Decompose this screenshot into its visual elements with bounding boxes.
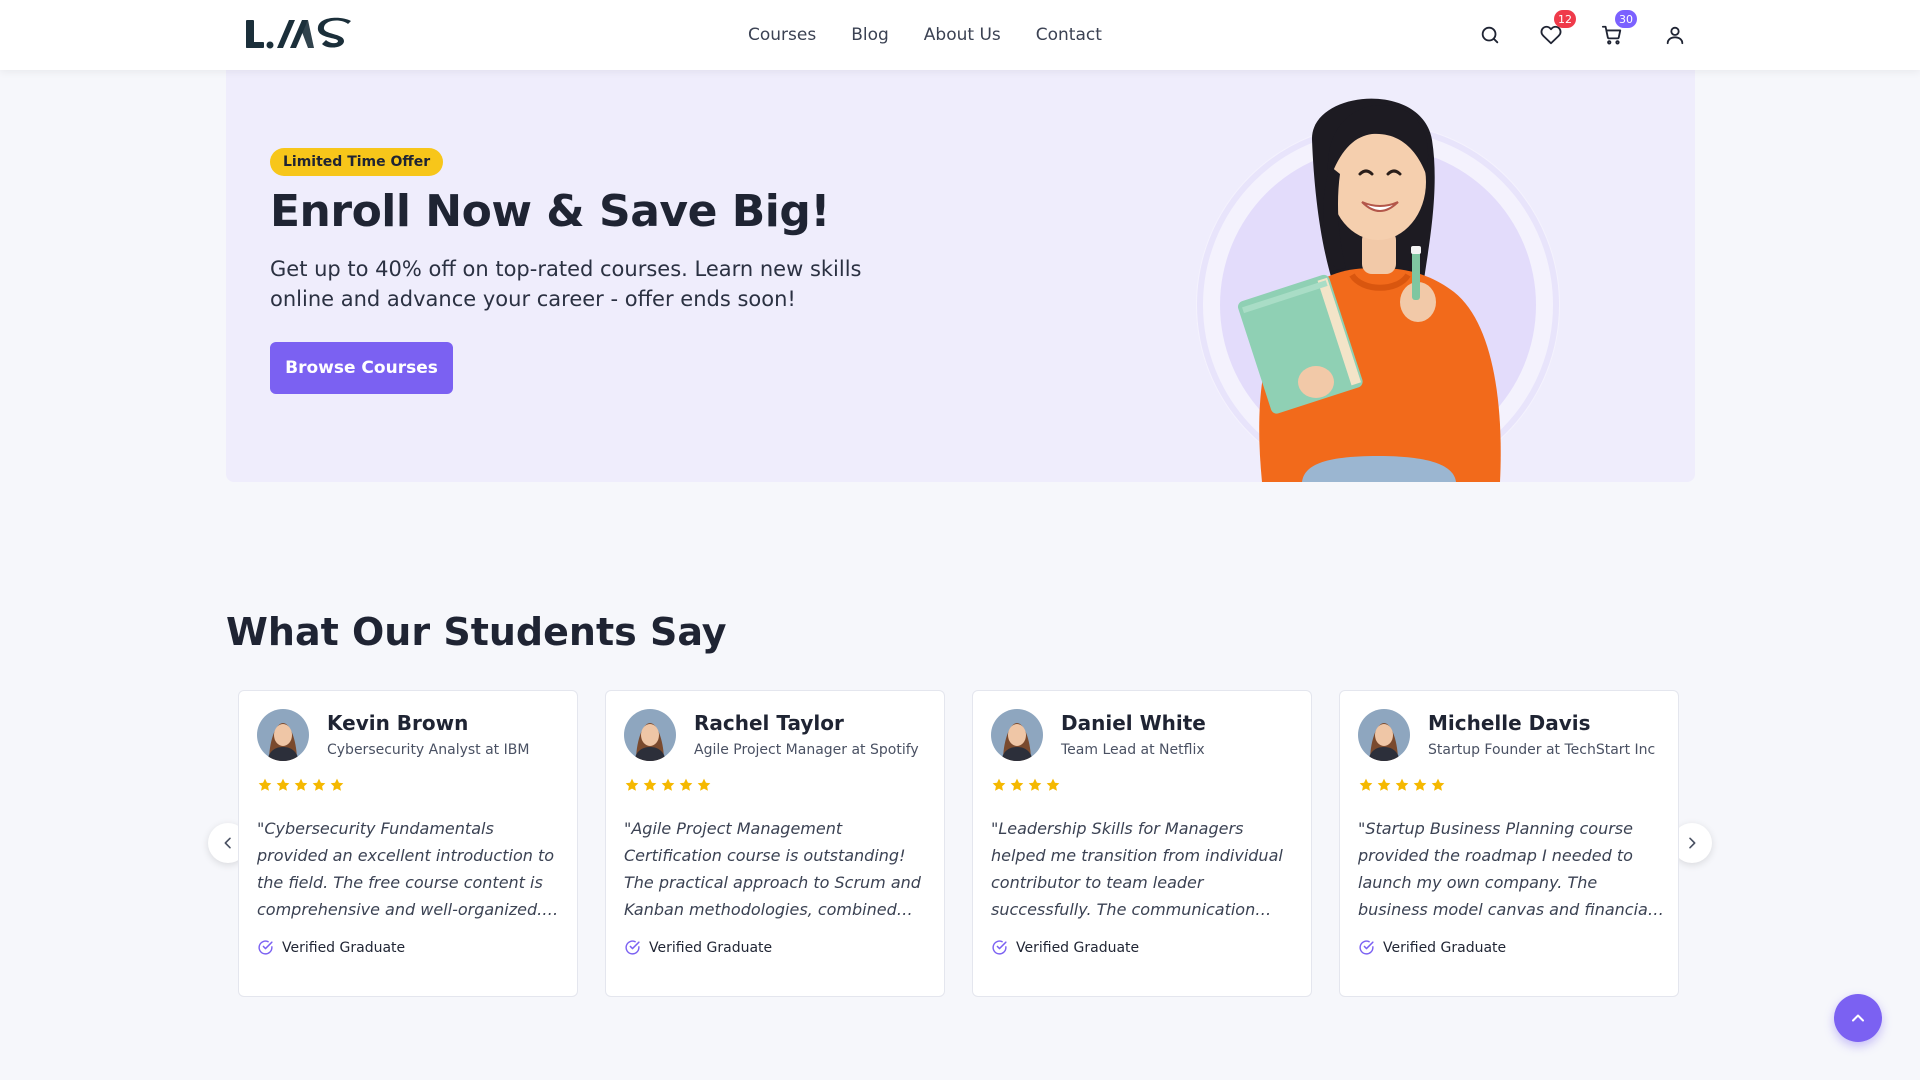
nav-courses[interactable]: Courses bbox=[748, 25, 816, 45]
testimonial-role: Agile Project Manager at Spotify bbox=[694, 742, 919, 758]
site-header: Courses Blog About Us Contact 12 30 bbox=[0, 0, 1920, 70]
star-icon bbox=[1046, 778, 1060, 791]
verified-graduate: Verified Graduate bbox=[257, 939, 405, 956]
check-circle-icon bbox=[258, 940, 273, 955]
star-icon bbox=[1359, 778, 1373, 791]
verified-graduate: Verified Graduate bbox=[624, 939, 772, 956]
check-circle-icon bbox=[625, 940, 640, 955]
verified-label: Verified Graduate bbox=[1016, 939, 1140, 956]
star-icon bbox=[1431, 778, 1445, 791]
star-icon bbox=[330, 778, 344, 791]
star-icon bbox=[679, 778, 693, 791]
star-icon bbox=[1395, 778, 1409, 791]
account-button[interactable] bbox=[1660, 20, 1690, 50]
avatar bbox=[991, 709, 1043, 761]
search-button[interactable] bbox=[1475, 20, 1505, 50]
chevron-up-icon bbox=[1852, 1014, 1864, 1022]
cart-button[interactable]: 30 bbox=[1597, 10, 1637, 50]
check-circle-icon bbox=[992, 940, 1007, 955]
verified-graduate: Verified Graduate bbox=[991, 939, 1139, 956]
star-icon bbox=[643, 778, 657, 791]
star-icon bbox=[661, 778, 675, 791]
star-icon bbox=[992, 778, 1006, 791]
limited-offer-badge: Limited Time Offer bbox=[270, 148, 444, 176]
testimonial-name: Daniel White bbox=[1061, 711, 1206, 735]
avatar bbox=[624, 709, 676, 761]
verified-label: Verified Graduate bbox=[649, 939, 773, 956]
nav-blog[interactable]: Blog bbox=[851, 25, 889, 45]
star-icon bbox=[1028, 778, 1042, 791]
verified-label: Verified Graduate bbox=[1383, 939, 1507, 956]
student-illustration bbox=[1196, 98, 1560, 482]
chevron-left-icon bbox=[224, 837, 231, 849]
star-icon bbox=[1010, 778, 1024, 791]
star-icon bbox=[312, 778, 326, 791]
nav-about-us[interactable]: About Us bbox=[924, 25, 1001, 45]
testimonial-quote: "Agile Project Management Certification … bbox=[624, 819, 921, 919]
testimonials-carousel: Kevin Brown Cybersecurity Analyst at IBM… bbox=[238, 690, 1682, 997]
testimonial-quote: "Leadership Skills for Managers helped m… bbox=[991, 819, 1283, 919]
main-nav: Courses Blog About Us Contact bbox=[748, 0, 1102, 70]
search-icon bbox=[1481, 26, 1499, 44]
testimonial-card: Michelle Davis Startup Founder at TechSt… bbox=[1339, 690, 1679, 997]
cart-count-badge: 30 bbox=[1615, 10, 1637, 28]
testimonial-name: Rachel Taylor bbox=[694, 711, 844, 735]
testimonials-title: What Our Students Say bbox=[226, 610, 727, 654]
star-rating bbox=[1358, 777, 1446, 793]
star-icon bbox=[276, 778, 290, 791]
wishlist-button[interactable]: 12 bbox=[1536, 10, 1576, 50]
avatar bbox=[1358, 709, 1410, 761]
promo-hero: Limited Time Offer Enroll Now & Save Big… bbox=[226, 70, 1695, 482]
star-icon bbox=[294, 778, 308, 791]
star-rating bbox=[624, 777, 712, 793]
testimonial-card: Daniel White Team Lead at Netflix "Leade… bbox=[972, 690, 1312, 997]
verified-label: Verified Graduate bbox=[282, 939, 406, 956]
lms-logo[interactable] bbox=[244, 16, 354, 54]
star-rating bbox=[257, 777, 345, 793]
testimonial-role: Cybersecurity Analyst at IBM bbox=[327, 742, 530, 758]
star-icon bbox=[625, 778, 639, 791]
testimonial-card: Kevin Brown Cybersecurity Analyst at IBM… bbox=[238, 690, 578, 997]
chevron-right-icon bbox=[1689, 837, 1696, 849]
user-icon bbox=[1666, 26, 1684, 45]
testimonial-role: Startup Founder at TechStart Inc bbox=[1428, 742, 1656, 758]
star-icon bbox=[258, 778, 272, 791]
wishlist-count-badge: 12 bbox=[1554, 10, 1576, 28]
verified-graduate: Verified Graduate bbox=[1358, 939, 1506, 956]
hero-title: Enroll Now & Save Big! bbox=[270, 186, 830, 237]
testimonial-name: Kevin Brown bbox=[327, 711, 469, 735]
avatar bbox=[257, 709, 309, 761]
hero-description: Get up to 40% off on top-rated courses. … bbox=[270, 257, 862, 311]
testimonial-quote: "Startup Business Planning course provid… bbox=[1358, 819, 1653, 919]
scroll-to-top-button[interactable] bbox=[1834, 994, 1882, 1042]
star-icon bbox=[1413, 778, 1427, 791]
star-icon bbox=[1377, 778, 1391, 791]
testimonial-role: Team Lead at Netflix bbox=[1061, 742, 1205, 758]
nav-contact[interactable]: Contact bbox=[1036, 25, 1102, 45]
browse-courses-button[interactable]: Browse Courses bbox=[270, 342, 453, 394]
testimonial-card: Rachel Taylor Agile Project Manager at S… bbox=[605, 690, 945, 997]
testimonial-name: Michelle Davis bbox=[1428, 711, 1591, 735]
star-icon bbox=[697, 778, 711, 791]
check-circle-icon bbox=[1359, 940, 1374, 955]
testimonial-quote: "Cybersecurity Fundamentals provided an … bbox=[257, 819, 555, 919]
star-rating bbox=[991, 777, 1061, 793]
